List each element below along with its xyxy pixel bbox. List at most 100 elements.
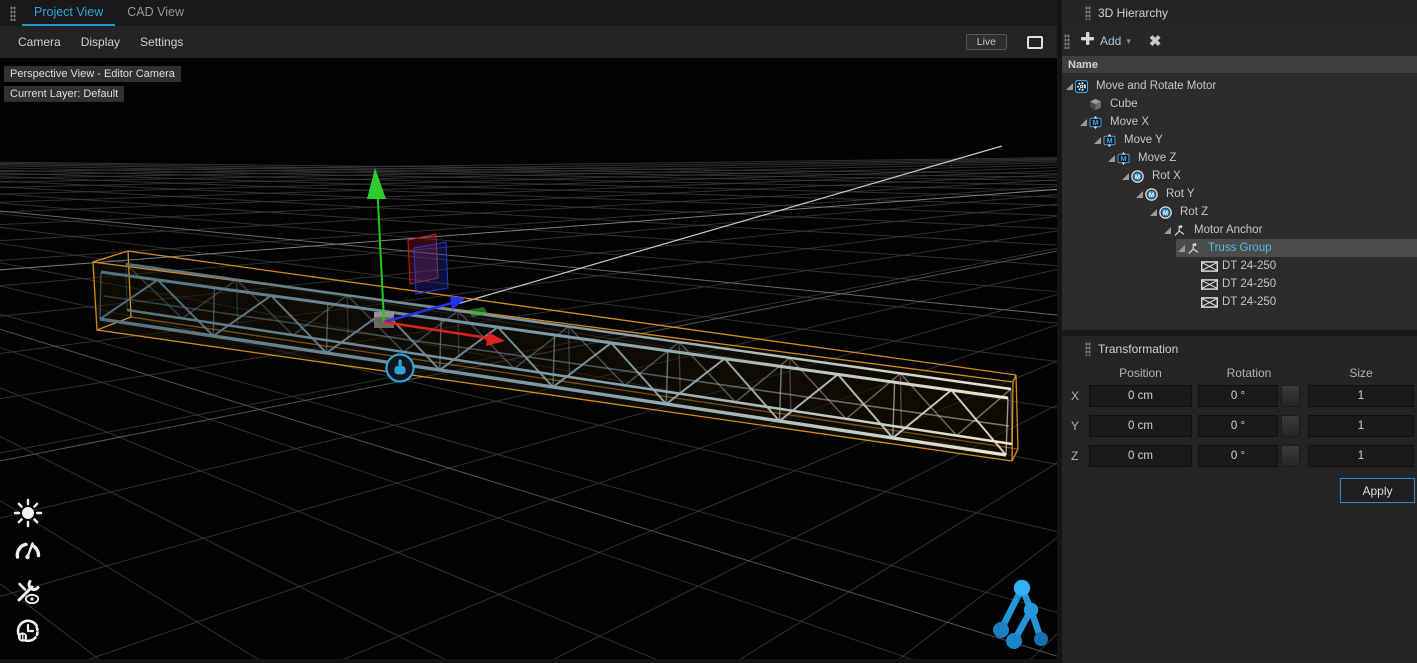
- expander-icon[interactable]: [1148, 209, 1159, 216]
- tree-item-rot-z[interactable]: M Rot Z: [1062, 203, 1417, 221]
- tree-item-dt-24-250[interactable]: DT 24-250: [1062, 257, 1417, 275]
- rotation-options-button-y[interactable]: [1281, 415, 1300, 437]
- anchor-icon: [1187, 242, 1206, 255]
- drag-handle-icon[interactable]: [10, 6, 16, 21]
- drag-handle-icon[interactable]: [1064, 34, 1070, 49]
- expander-icon[interactable]: [1134, 191, 1145, 198]
- apply-button[interactable]: Apply: [1340, 478, 1415, 503]
- rotation-input-y[interactable]: [1198, 415, 1278, 437]
- axis-label-z: Z: [1071, 449, 1078, 463]
- name-column-header: Name: [1062, 56, 1417, 73]
- delete-button[interactable]: ✖: [1145, 32, 1166, 50]
- hierarchy-tree: Move and Rotate MotorCubeMMove XMMove YM…: [1062, 73, 1417, 330]
- expander-icon[interactable]: [1162, 227, 1173, 234]
- expander-icon[interactable]: [1078, 119, 1089, 126]
- sun-brightness-icon[interactable]: [15, 500, 41, 526]
- motor-rotate-icon: M: [1131, 170, 1150, 183]
- motor-rotate-icon: M: [1145, 188, 1164, 201]
- transform-row-x: X: [1062, 385, 1417, 407]
- tree-item-label: Move Y: [1122, 134, 1163, 146]
- menu-display[interactable]: Display: [81, 35, 120, 49]
- rotation-input-z[interactable]: [1198, 445, 1278, 467]
- svg-text:M: M: [1092, 118, 1098, 127]
- tree-item-label: Move X: [1108, 116, 1149, 128]
- size-column-header: Size: [1308, 366, 1414, 382]
- drag-handle-icon[interactable]: [1085, 6, 1091, 20]
- maximize-icon[interactable]: [1027, 36, 1043, 49]
- tree-item-label: DT 24-250: [1220, 296, 1276, 308]
- viewport-menubar: Camera Display Settings Live: [0, 26, 1057, 58]
- tree-item-dt-24-250[interactable]: DT 24-250: [1062, 293, 1417, 311]
- tree-item-dt-24-250[interactable]: DT 24-250: [1062, 275, 1417, 293]
- tree-item-label: Move and Rotate Motor: [1094, 80, 1216, 92]
- cube-icon: [1089, 98, 1108, 111]
- hierarchy-toolbar: Add ▾ ✖: [1062, 26, 1417, 56]
- tree-item-label: Cube: [1108, 98, 1138, 110]
- add-button-label: Add: [1100, 34, 1121, 48]
- rotation-options-button-z[interactable]: [1281, 445, 1300, 467]
- anchor-icon: [1173, 224, 1192, 237]
- tree-item-label: Truss Group: [1206, 242, 1271, 254]
- tree-item-move-and-rotate-motor[interactable]: Move and Rotate Motor: [1062, 77, 1417, 95]
- transform-row-y: Y: [1062, 415, 1417, 437]
- expander-icon[interactable]: [1064, 83, 1075, 90]
- tree-item-label: Rot Y: [1164, 188, 1195, 200]
- viewport-3d[interactable]: Perspective View - Editor Camera Current…: [0, 58, 1057, 663]
- tab-cad-view[interactable]: CAD View: [115, 1, 196, 26]
- position-input-y[interactable]: [1089, 415, 1192, 437]
- rotation-column-header: Rotation: [1198, 366, 1300, 382]
- tree-item-cube[interactable]: Cube: [1062, 95, 1417, 113]
- view-camera-label: Perspective View - Editor Camera: [4, 66, 181, 82]
- tree-item-rot-y[interactable]: MRot Y: [1062, 185, 1417, 203]
- motor-gear-icon: [1075, 80, 1094, 93]
- menu-camera[interactable]: Camera: [18, 35, 61, 49]
- tree-item-label: Rot Z: [1178, 206, 1208, 218]
- transformation-title: Transformation: [1098, 342, 1178, 356]
- add-button[interactable]: Add ▾: [1076, 29, 1135, 53]
- expander-icon[interactable]: [1106, 155, 1117, 162]
- motor-move-icon: M: [1089, 116, 1108, 129]
- expander-icon[interactable]: [1176, 245, 1187, 252]
- current-layer-label: Current Layer: Default: [4, 86, 124, 102]
- menu-settings[interactable]: Settings: [140, 35, 183, 49]
- rotation-options-button-x[interactable]: [1281, 385, 1300, 407]
- expander-icon[interactable]: [1120, 173, 1131, 180]
- position-input-z[interactable]: [1089, 445, 1192, 467]
- gizmo-plane-blue[interactable]: [414, 242, 448, 294]
- viewport-column: Project View CAD View Camera Display Set…: [0, 0, 1057, 663]
- svg-text:M: M: [1106, 136, 1112, 145]
- axis-label-y: Y: [1071, 419, 1079, 433]
- pan-cursor-icon[interactable]: [387, 355, 414, 382]
- tree-item-label: Motor Anchor: [1192, 224, 1262, 236]
- tree-item-move-y[interactable]: M Move Y: [1062, 131, 1417, 149]
- expander-icon[interactable]: [1092, 137, 1103, 144]
- size-input-x[interactable]: [1308, 385, 1414, 407]
- size-input-z[interactable]: [1308, 445, 1414, 467]
- hierarchy-panel-header: 3D Hierarchy: [1062, 0, 1417, 26]
- live-button[interactable]: Live: [966, 34, 1007, 50]
- tree-item-label: Rot X: [1150, 170, 1181, 182]
- motor-move-icon: M: [1117, 152, 1136, 165]
- size-input-y[interactable]: [1308, 415, 1414, 437]
- position-column-header: Position: [1089, 366, 1192, 382]
- tree-item-move-x[interactable]: M Move X: [1062, 113, 1417, 131]
- drag-handle-icon[interactable]: [1085, 342, 1091, 356]
- scene-canvas[interactable]: [0, 58, 1057, 663]
- svg-text:M: M: [1163, 210, 1168, 216]
- tree-item-label: Move Z: [1136, 152, 1176, 164]
- tree-item-move-z[interactable]: M Move Z: [1062, 149, 1417, 167]
- plus-icon: [1080, 31, 1095, 51]
- motor-move-icon: M: [1103, 134, 1122, 147]
- tab-project-view[interactable]: Project View: [22, 1, 115, 26]
- tree-item-truss-group[interactable]: Truss Group: [1062, 239, 1417, 257]
- position-input-x[interactable]: [1089, 385, 1192, 407]
- svg-text:M: M: [1120, 154, 1126, 163]
- hierarchy-title: 3D Hierarchy: [1098, 6, 1168, 20]
- tree-item-rot-x[interactable]: MRot X: [1062, 167, 1417, 185]
- rotation-input-x[interactable]: [1198, 385, 1278, 407]
- tree-item-label: DT 24-250: [1220, 278, 1276, 290]
- tree-item-motor-anchor[interactable]: Motor Anchor: [1062, 221, 1417, 239]
- truss-icon: [1201, 261, 1220, 272]
- tree-item-label: DT 24-250: [1220, 260, 1276, 272]
- chevron-down-icon: ▾: [1126, 36, 1131, 47]
